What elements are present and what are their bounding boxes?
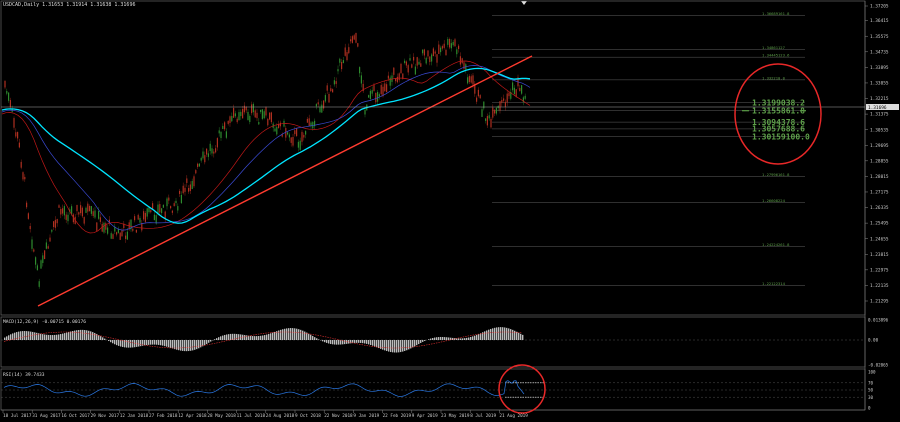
fib-value: 1.36689 (762, 11, 779, 16)
fib-label: 1.22122314 (762, 281, 786, 286)
time-tick: 21 Aug 2019 (499, 413, 528, 419)
time-tick: 31 Aug 2017 (32, 413, 61, 419)
time-tick: 29 Nov 2017 (91, 413, 120, 419)
fib-label: 1.332210.0 (762, 75, 786, 80)
fib-value: 1.26608 (762, 198, 779, 203)
price-tick: 1.29695 (870, 143, 889, 149)
fib-value: 1.24224 (762, 242, 779, 247)
fib-pct: 224 (778, 198, 786, 203)
price-tick: 1.35575 (870, 34, 889, 40)
chart-canvas[interactable]: 1.37205 1.36415 1.35575 1.34735 1.33895 1.330… (0, 0, 900, 422)
fib-pct: 100.0 (786, 132, 810, 141)
price-tick: 1.27175 (870, 190, 889, 196)
time-tick: 16 Oct 2017 (61, 413, 90, 419)
time-tick: 23 May 2019 (441, 413, 470, 419)
time-tick: 11 Jul 2018 (237, 413, 266, 419)
fib-value: 1.27996 (762, 172, 779, 177)
fib-pct: 0.0 (778, 75, 786, 80)
time-tick: 9 Jan 2019 (353, 413, 379, 419)
fibonacci-levels: 1.36689161.81.348611271.34445123.61.3322… (492, 11, 805, 286)
price-tick: 1.36415 (870, 18, 889, 24)
fib-value: 1.34861 (762, 45, 779, 50)
price-tick: 1.24655 (870, 236, 889, 242)
rsi-highlight-circle (498, 364, 546, 414)
price-tick: 1.25495 (870, 221, 889, 227)
price-tick: 1.28015 (870, 174, 889, 180)
fib-value: 1.33221 (762, 75, 779, 80)
price-tick: 1.33055 (870, 81, 889, 87)
time-tick: 22 Feb 2019 (383, 413, 412, 419)
fib-highlight-labels: 1.3199038.21.3155861.81.3094378.61.30576… (742, 98, 810, 141)
price-tick: 1.21295 (870, 299, 889, 305)
time-tick: 9 Oct 2018 (295, 413, 321, 419)
fib-pct: 161.8 (778, 172, 790, 177)
price-tick: 1.22135 (870, 283, 889, 289)
fib-label-big: 1.3155861.8 (752, 107, 805, 116)
price-tick: 1.37205 (870, 4, 889, 10)
time-tick: 18 Jul 2017 (3, 413, 32, 419)
fib-pct: 127 (778, 45, 785, 50)
fib-label: 1.24224261.8 (762, 242, 790, 247)
rsi-label: RSI(14) 39.7433 (3, 372, 45, 378)
fib-label: 1.36689161.8 (762, 11, 790, 16)
fib-label: 1.27996161.8 (762, 172, 790, 177)
time-tick: 27 Feb 2018 (149, 413, 178, 419)
current-price-value: 1.31696 (868, 105, 887, 111)
time-tick: 8 Jul 2019 (470, 413, 496, 419)
price-tick: 1.33895 (870, 65, 889, 71)
fib-pct: 123.6 (778, 53, 790, 58)
time-tick: 12 Jan 2018 (120, 413, 149, 419)
time-tick: 22 Nov 2018 (324, 413, 353, 419)
macd-tick: 0.013896 (868, 318, 889, 323)
macd-label: MACD(12,26,9) -0.00715 0.00176 (3, 319, 86, 325)
fib-value: 1.30159 (752, 132, 786, 141)
price-tick: 1.34735 (870, 49, 889, 55)
rsi-tick: 0 (868, 406, 871, 411)
fib-label: 1.34861127 (762, 45, 785, 50)
fib-label: 1.34445123.6 (762, 53, 790, 58)
macd-tick: -0.02065 (868, 363, 889, 368)
fib-pct: 161.8 (778, 11, 790, 16)
time-tick: 9 Apr 2019 (412, 413, 438, 419)
rsi-panel-border (0, 368, 866, 411)
price-tick: 1.32215 (870, 96, 889, 102)
rsi-line (3, 380, 525, 397)
trendline[interactable] (37, 55, 533, 307)
rsi-tick: 30 (868, 395, 874, 400)
price-axis: 1.37205 1.36415 1.35575 1.34735 1.33895 1.330… (865, 4, 889, 305)
fib-value: 1.31558 (752, 107, 786, 116)
fib-pct: 314 (778, 281, 786, 286)
rsi-tick: 50 (868, 388, 874, 393)
time-tick: 24 Aug 2018 (266, 413, 295, 419)
fib-pct: 261.8 (778, 242, 790, 247)
fib-label: 1.26608224 (762, 198, 786, 203)
macd-axis: 0.013896 0.00 -0.02065 (868, 318, 889, 368)
macd-tick: 0.00 (868, 338, 879, 343)
price-tick: 1.26335 (870, 205, 889, 211)
main-panel-border (0, 0, 866, 316)
candlesticks (4, 32, 526, 289)
price-tick: 1.28855 (870, 158, 889, 164)
time-axis: 18 Jul 2017 31 Aug 2017 16 Oct 2017 29 Nov … (2, 410, 528, 419)
time-tick: 12 Apr 2018 (178, 413, 207, 419)
rsi-axis: 100 70 50 30 0 (868, 370, 876, 411)
time-tick: 28 May 2018 (207, 413, 236, 419)
current-price-tag: 1.31696 (866, 104, 899, 111)
price-tick: 1.30535 (870, 127, 889, 133)
price-tick: 1.22975 (870, 267, 889, 273)
rsi-tick: 70 (868, 380, 874, 385)
fib-value: 1.34445 (762, 53, 778, 58)
fib-label-big: 1.30159100.0 (752, 132, 810, 141)
price-tick: 1.23815 (870, 252, 889, 258)
rsi-tick: 100 (868, 370, 876, 375)
ma-fast-line (1, 67, 531, 224)
price-tick: 1.31375 (870, 112, 889, 118)
fib-value: 1.22122 (762, 281, 778, 286)
rsi-guides (1, 382, 865, 398)
